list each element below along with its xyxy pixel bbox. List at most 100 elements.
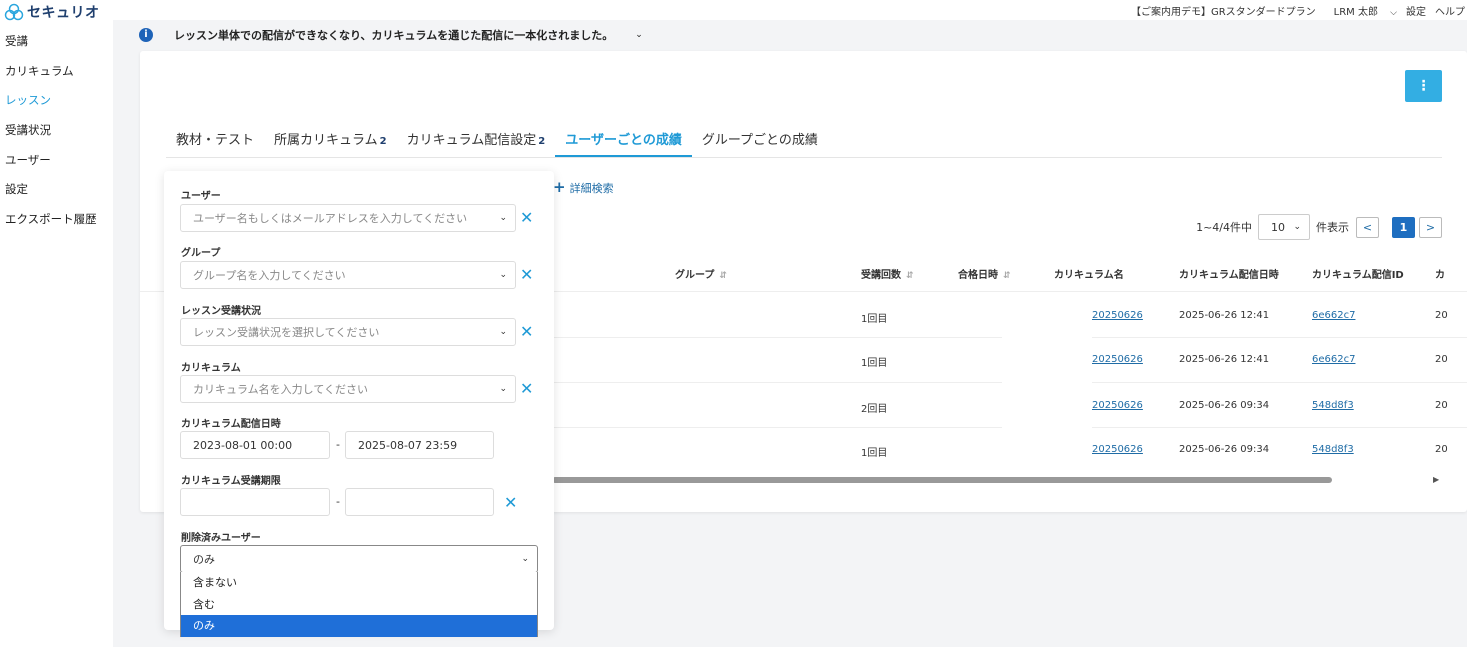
per-page-select[interactable]: 10 ⌄: [1258, 214, 1310, 240]
tab-label: ユーザーごとの成績: [565, 133, 682, 148]
logo-icon: [4, 3, 24, 21]
logo-text: セキュリオ: [27, 5, 100, 21]
clear-user-icon[interactable]: ✕: [520, 208, 533, 227]
tab-label: カリキュラム配信設定: [406, 133, 537, 148]
clear-period-icon[interactable]: ✕: [504, 493, 517, 512]
status-select[interactable]: レッスン受講状況を選択してください ⌄: [180, 318, 516, 346]
delivery-date-cell: 2025-06-26 09:34: [1179, 444, 1270, 455]
option-include[interactable]: 含む: [181, 594, 537, 616]
clear-status-icon[interactable]: ✕: [520, 322, 533, 341]
next-page-button[interactable]: >: [1419, 216, 1442, 238]
notice-banner: i レッスン単体での配信ができなくなり、カリキュラムを通じた配信に一本化されまし…: [113, 20, 1467, 50]
sidebar-item-export-history[interactable]: エクスポート履歴: [0, 211, 113, 241]
sidebar-item-status[interactable]: 受講状況: [0, 122, 113, 152]
horizontal-scrollbar[interactable]: [552, 477, 1332, 483]
user-select[interactable]: ユーザー名もしくはメールアドレスを入力してください ⌄: [180, 204, 516, 232]
deleted-users-select[interactable]: のみ ⌄: [180, 545, 538, 573]
info-icon: i: [139, 28, 153, 42]
column-header-pass-date[interactable]: 合格日時 ⇵: [958, 266, 1011, 281]
sort-icon: ⇵: [719, 271, 727, 281]
pagination: 1~4/4件中 10 ⌄ 件表示 < 1 >: [1196, 214, 1442, 240]
tab-materials[interactable]: 教材・テスト: [166, 129, 264, 157]
sidebar-item-lesson[interactable]: レッスン: [0, 92, 113, 122]
tabs: 教材・テスト 所属カリキュラム 2 カリキュラム配信設定 2 ユーザーごとの成績 グ…: [166, 129, 1442, 158]
curriculum-link[interactable]: 20250626: [1092, 400, 1143, 411]
detail-search-button[interactable]: + 詳細検索: [553, 178, 614, 196]
settings-link[interactable]: 設定: [1406, 3, 1426, 18]
period-filter-label: カリキュラム受講期限: [181, 476, 281, 487]
tab-group-results[interactable]: グループごとの成績: [692, 129, 828, 157]
curriculum-select[interactable]: カリキュラム名を入力してください ⌄: [180, 375, 516, 403]
chevron-down-icon: ⌄: [499, 384, 507, 394]
option-exclude[interactable]: 含まない: [181, 572, 537, 594]
delivery-id-link[interactable]: 548d8f3: [1312, 444, 1354, 455]
clear-group-icon[interactable]: ✕: [520, 265, 533, 284]
header-label: 合格日時: [958, 270, 998, 281]
row-divider: [1092, 382, 1467, 383]
group-select-placeholder: グループ名を入力してください: [193, 269, 346, 282]
delivery-id-link[interactable]: 6e662c7: [1312, 310, 1355, 321]
column-header-curriculum-name: カリキュラム名: [1054, 270, 1124, 281]
user-filter-label: ユーザー: [181, 191, 221, 202]
sidebar-item-attend[interactable]: 受講: [0, 33, 113, 63]
user-menu[interactable]: LRM 太郎 ⌵: [1325, 3, 1397, 18]
option-only[interactable]: のみ: [181, 615, 537, 637]
curriculum-link[interactable]: 20250626: [1092, 310, 1143, 321]
attempts-cell: 1回目: [861, 314, 888, 325]
deleted-users-label: 削除済みユーザー: [181, 533, 261, 544]
tab-curriculum-delivery[interactable]: カリキュラム配信設定 2: [397, 129, 556, 157]
row-divider: [1092, 337, 1467, 338]
next-cell: 20: [1435, 444, 1448, 455]
chevron-down-icon: ⌄: [499, 213, 507, 223]
per-page-value: 10: [1271, 220, 1285, 234]
count-badge: 2: [379, 136, 387, 147]
sidebar: セキュリオ 受講 カリキュラム レッスン 受講状況 ユーザー 設定 エクスポート…: [0, 0, 113, 647]
clear-curriculum-icon[interactable]: ✕: [520, 379, 533, 398]
tab-label: グループごとの成績: [701, 133, 818, 148]
tab-user-results[interactable]: ユーザーごとの成績: [555, 129, 692, 157]
header-label: グループ: [675, 270, 715, 281]
group-select[interactable]: グループ名を入力してください ⌄: [180, 261, 516, 289]
chevron-down-icon: ⌵: [1390, 7, 1397, 18]
period-to-input[interactable]: [345, 488, 494, 516]
tab-label: 所属カリキュラム: [274, 133, 378, 148]
delivery-date-cell: 2025-06-26 12:41: [1179, 354, 1270, 365]
filter-panel: ユーザー ユーザー名もしくはメールアドレスを入力してください ⌄ ✕ グループ グ…: [164, 171, 554, 637]
delivery-date-to-input[interactable]: 2025-08-07 23:59: [345, 431, 494, 459]
column-header-delivery-date: カリキュラム配信日時: [1179, 270, 1279, 281]
logo[interactable]: セキュリオ: [0, 1, 113, 23]
more-options-button[interactable]: ⋮: [1405, 70, 1442, 102]
help-link[interactable]: ヘルプ: [1435, 3, 1465, 18]
header-label: 受講回数: [861, 270, 901, 281]
group-filter-label: グループ: [181, 248, 221, 259]
attempts-cell: 1回目: [861, 448, 888, 459]
row-divider: [552, 337, 1002, 338]
user-name: LRM 太郎: [1333, 6, 1378, 18]
chevron-down-icon[interactable]: ⌄: [635, 30, 643, 40]
delivery-date-cell: 2025-06-26 09:34: [1179, 400, 1270, 411]
period-from-input[interactable]: [180, 488, 330, 516]
curriculum-link[interactable]: 20250626: [1092, 354, 1143, 365]
topbar: 【ご案内用デモ】GRスタンダードプラン LRM 太郎 ⌵ 設定 ヘルプ: [113, 0, 1467, 20]
delivery-id-link[interactable]: 6e662c7: [1312, 354, 1355, 365]
attempts-cell: 1回目: [861, 358, 888, 369]
status-select-placeholder: レッスン受講状況を選択してください: [193, 326, 380, 339]
sidebar-item-curriculum[interactable]: カリキュラム: [0, 63, 113, 93]
sidebar-item-users[interactable]: ユーザー: [0, 152, 113, 182]
user-select-placeholder: ユーザー名もしくはメールアドレスを入力してください: [193, 212, 468, 225]
delivery-id-link[interactable]: 548d8f3: [1312, 400, 1354, 411]
scroll-right-icon[interactable]: ▶: [1433, 475, 1439, 484]
deleted-users-value: のみ: [193, 553, 215, 566]
row-divider: [552, 427, 1002, 428]
delivery-date-from-input[interactable]: 2023-08-01 00:00: [180, 431, 330, 459]
tab-curriculums[interactable]: 所属カリキュラム 2: [264, 129, 397, 157]
sidebar-item-settings[interactable]: 設定: [0, 181, 113, 211]
column-header-group[interactable]: グループ ⇵: [675, 266, 727, 281]
row-divider: [1092, 427, 1467, 428]
column-header-attempts[interactable]: 受講回数 ⇵: [861, 266, 914, 281]
page-1-button[interactable]: 1: [1392, 216, 1415, 238]
prev-page-button[interactable]: <: [1356, 216, 1379, 238]
next-cell: 20: [1435, 310, 1448, 321]
curriculum-link[interactable]: 20250626: [1092, 444, 1143, 455]
range-separator: -: [336, 495, 340, 508]
